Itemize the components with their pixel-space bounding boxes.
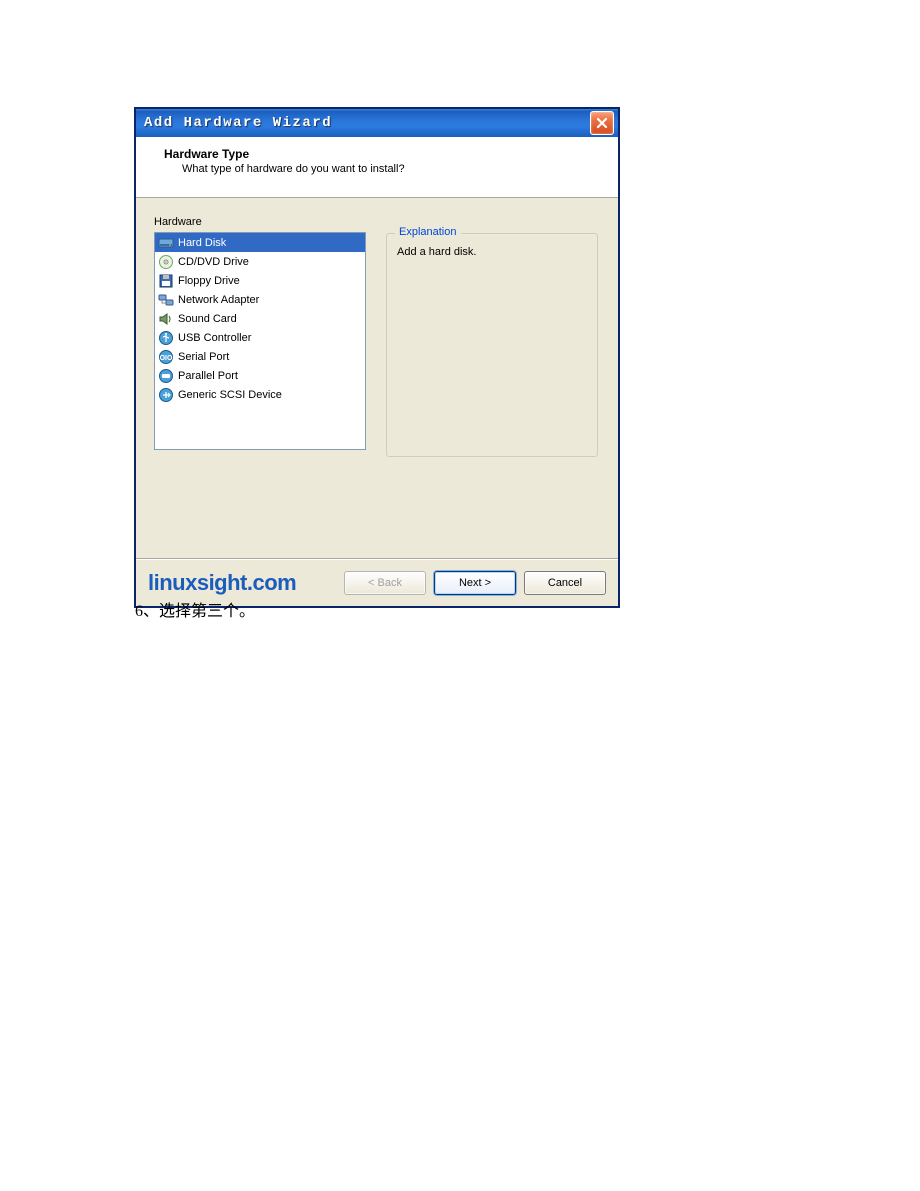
hardware-item-floppy[interactable]: Floppy Drive — [155, 271, 365, 290]
scsi-icon — [158, 387, 174, 403]
header-subtitle: What type of hardware do you want to ins… — [182, 163, 598, 175]
list-item-label: CD/DVD Drive — [178, 256, 249, 268]
network-icon — [158, 292, 174, 308]
explanation-text: Add a hard disk. — [397, 246, 587, 258]
hdd-icon — [158, 235, 174, 251]
explanation-legend: Explanation — [395, 226, 461, 238]
hardware-item-scsi[interactable]: Generic SCSI Device — [155, 385, 365, 404]
titlebar[interactable]: Add Hardware Wizard — [136, 109, 618, 137]
serial-icon: OIO — [158, 349, 174, 365]
list-item-label: Parallel Port — [178, 370, 238, 382]
explanation-fieldset: Explanation Add a hard disk. — [386, 233, 598, 457]
list-item-label: Sound Card — [178, 313, 237, 325]
list-item-label: Hard Disk — [178, 237, 226, 249]
close-icon — [596, 117, 608, 129]
page-caption: 6、选择第三个。 — [135, 597, 255, 621]
list-item-label: Serial Port — [178, 351, 229, 363]
list-item-label: USB Controller — [178, 332, 251, 344]
svg-text:OIO: OIO — [160, 355, 173, 362]
hardware-item-parallel[interactable]: Parallel Port — [155, 366, 365, 385]
hardware-section-label: Hardware — [154, 216, 372, 228]
hardware-item-usb[interactable]: USB Controller — [155, 328, 365, 347]
sound-icon — [158, 311, 174, 327]
header-title: Hardware Type — [164, 147, 598, 161]
list-item-label: Floppy Drive — [178, 275, 240, 287]
cancel-button[interactable]: Cancel — [524, 571, 606, 595]
add-hardware-wizard-dialog: Add Hardware Wizard Hardware Type What t… — [135, 108, 619, 607]
wizard-body: Hardware Hard Disk CD/DVD Drive — [136, 198, 618, 606]
back-button: < Back — [344, 571, 426, 595]
hardware-item-serial[interactable]: OIO Serial Port — [155, 347, 365, 366]
window-title: Add Hardware Wizard — [144, 115, 332, 131]
watermark-text: linuxsight.com — [148, 570, 296, 596]
floppy-icon — [158, 273, 174, 289]
close-button[interactable] — [590, 111, 614, 135]
hardware-list[interactable]: Hard Disk CD/DVD Drive Floppy Drive — [154, 232, 366, 450]
parallel-icon — [158, 368, 174, 384]
hardware-item-network[interactable]: Network Adapter — [155, 290, 365, 309]
wizard-header: Hardware Type What type of hardware do y… — [136, 137, 618, 198]
hardware-item-cd-dvd[interactable]: CD/DVD Drive — [155, 252, 365, 271]
hardware-item-hard-disk[interactable]: Hard Disk — [155, 233, 365, 252]
cd-icon — [158, 254, 174, 270]
list-item-label: Network Adapter — [178, 294, 259, 306]
hardware-item-sound[interactable]: Sound Card — [155, 309, 365, 328]
list-item-label: Generic SCSI Device — [178, 389, 282, 401]
usb-icon — [158, 330, 174, 346]
next-button[interactable]: Next > — [434, 571, 516, 595]
